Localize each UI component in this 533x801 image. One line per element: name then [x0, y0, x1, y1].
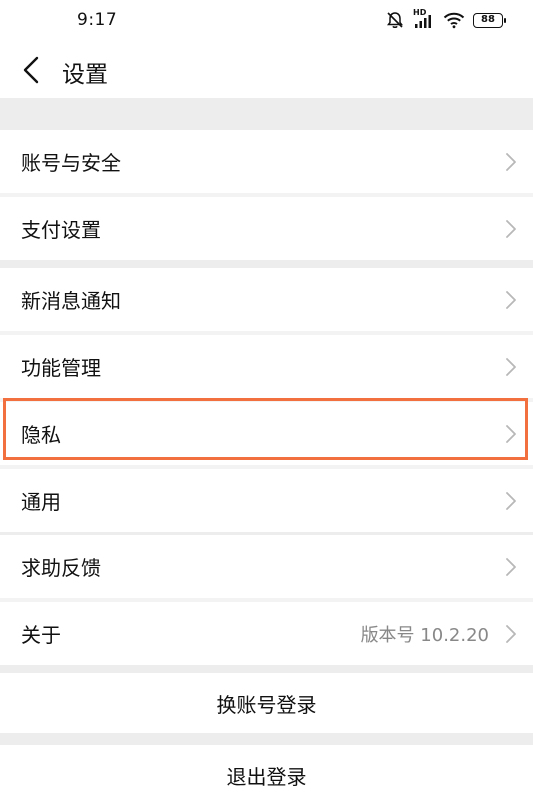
settings-group-support: 求助反馈 关于 版本号 10.2.20: [0, 535, 533, 665]
logout-button[interactable]: 退出登录: [0, 745, 533, 801]
switch-account-label: 换账号登录: [216, 692, 317, 717]
row-label: 关于: [21, 623, 61, 647]
chevron-right-icon: [506, 357, 516, 376]
settings-row-about[interactable]: 关于 版本号 10.2.20: [0, 602, 533, 665]
wifi-icon: [443, 11, 465, 29]
switch-account-button[interactable]: 换账号登录: [0, 673, 533, 733]
chevron-right-icon: [506, 424, 516, 443]
settings-row-payment[interactable]: 支付设置: [0, 197, 533, 260]
nav-bar: 设置: [0, 42, 533, 98]
status-time: 9:17: [77, 10, 118, 30]
settings-row-features[interactable]: 功能管理: [0, 335, 533, 398]
row-label: 通用: [21, 490, 61, 514]
chevron-right-icon: [506, 152, 516, 171]
status-icons: HD 88: [385, 8, 506, 31]
settings-page: 9:17 HD 88 设置 账号与安全 支付设置 新消息通知 功能管理 隐私 通…: [0, 0, 533, 801]
chevron-right-icon: [506, 624, 516, 643]
chevron-right-icon: [506, 491, 516, 510]
chevron-left-icon: [23, 56, 39, 84]
row-label: 账号与安全: [21, 151, 121, 175]
battery-level: 88: [481, 13, 495, 25]
row-label: 隐私: [21, 423, 61, 447]
chevron-right-icon: [506, 557, 516, 576]
chevron-right-icon: [506, 290, 516, 309]
row-label: 功能管理: [21, 356, 101, 380]
hd-signal-icon: HD: [413, 8, 435, 30]
battery-icon: 88: [473, 12, 506, 28]
page-title: 设置: [62, 62, 108, 88]
row-label: 支付设置: [21, 218, 101, 242]
settings-row-feedback[interactable]: 求助反馈: [0, 535, 533, 598]
version-text: 版本号 10.2.20: [360, 624, 489, 646]
row-label: 求助反馈: [21, 556, 101, 580]
settings-group-account: 账号与安全 支付设置: [0, 130, 533, 260]
back-button[interactable]: [16, 54, 46, 86]
logout-label: 退出登录: [226, 764, 307, 789]
row-label: 新消息通知: [21, 289, 121, 313]
settings-group-general: 新消息通知 功能管理 隐私 通用: [0, 268, 533, 532]
settings-row-privacy[interactable]: 隐私: [0, 402, 533, 465]
settings-row-notifications[interactable]: 新消息通知: [0, 268, 533, 331]
bell-off-icon: [385, 10, 405, 30]
settings-row-account-security[interactable]: 账号与安全: [0, 130, 533, 193]
settings-row-general[interactable]: 通用: [0, 469, 533, 532]
chevron-right-icon: [506, 219, 516, 238]
status-bar: 9:17 HD 88: [0, 0, 533, 42]
